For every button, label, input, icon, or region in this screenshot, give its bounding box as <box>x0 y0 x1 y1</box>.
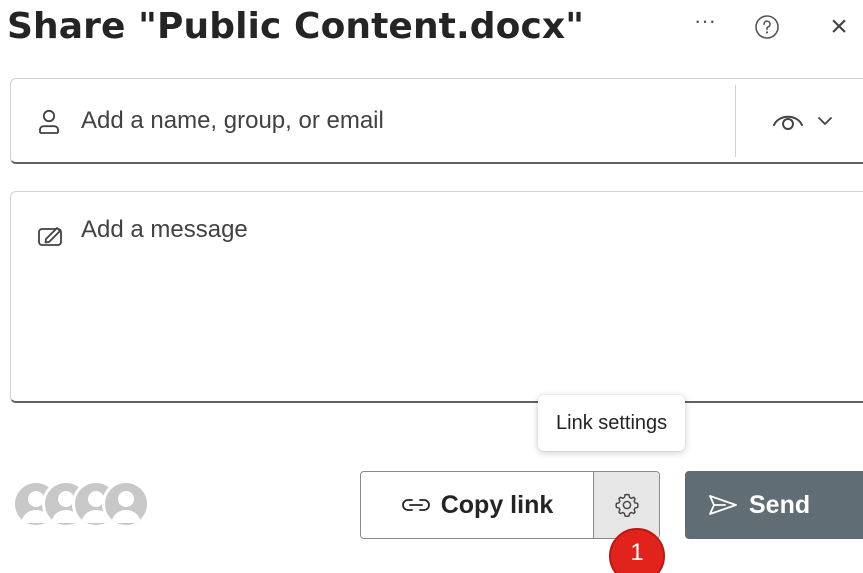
divider <box>735 85 736 157</box>
gear-icon <box>614 493 639 517</box>
more-icon: ··· <box>694 8 716 33</box>
share-dialog: Share "Public Content.docx" ··· × Add a … <box>0 0 863 573</box>
recipient-field[interactable] <box>10 78 863 164</box>
recipient-input[interactable] <box>81 101 681 141</box>
copy-link-button[interactable]: Copy link <box>361 472 593 538</box>
avatar <box>102 480 150 528</box>
help-button[interactable] <box>752 12 782 42</box>
permission-dropdown[interactable] <box>751 97 863 145</box>
eye-icon <box>773 115 803 130</box>
dialog-title: Share "Public Content.docx" <box>7 6 585 47</box>
send-button[interactable]: Send <box>685 471 863 539</box>
message-field[interactable] <box>10 191 863 403</box>
send-icon <box>709 495 737 515</box>
chevron-down-icon <box>818 117 832 125</box>
person-icon <box>37 109 61 140</box>
link-settings-button[interactable] <box>593 472 659 538</box>
message-input[interactable] <box>81 216 841 376</box>
send-label: Send <box>749 490 811 519</box>
help-icon <box>755 15 779 39</box>
copy-link-label: Copy link <box>440 490 554 519</box>
edit-message-icon <box>37 224 65 253</box>
link-settings-tooltip: Link settings <box>538 395 686 451</box>
close-icon: × <box>830 10 848 43</box>
link-icon <box>401 499 430 511</box>
copy-link-group: Copy link <box>360 471 660 539</box>
shared-with-avatars[interactable] <box>12 480 162 532</box>
close-button[interactable]: × <box>824 10 854 43</box>
more-options-button[interactable]: ··· <box>690 6 720 36</box>
